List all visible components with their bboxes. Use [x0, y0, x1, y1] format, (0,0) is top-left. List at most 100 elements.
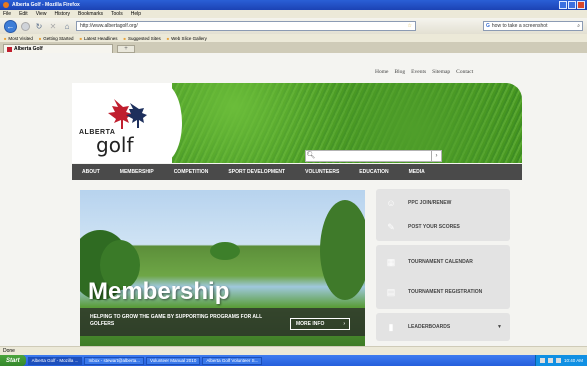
post-your-scores-link[interactable]: ✎ POST YOUR SCORES — [376, 215, 510, 239]
chevron-down-icon[interactable]: ▼ — [497, 324, 502, 330]
quick-links-panel: ☺ PPC JOIN/RENEW ✎ POST YOUR SCORES ▦ TO… — [376, 189, 510, 345]
leaderboards-group: ▮ LEADERBOARDS ▼ — [376, 313, 510, 341]
status-bar: Done — [0, 346, 587, 355]
leaderboards-link[interactable]: ▮ LEADERBOARDS ▼ — [376, 315, 510, 339]
menu-bookmarks[interactable]: Bookmarks — [78, 11, 103, 17]
quick-links-group: ☺ PPC JOIN/RENEW ✎ POST YOUR SCORES — [376, 189, 510, 241]
nav-media[interactable]: MEDIA — [399, 169, 435, 175]
hero-title: Membership — [88, 278, 230, 305]
windows-taskbar: Start Alberta Golf - Mozilla ... Inbox -… — [0, 355, 587, 366]
forward-button[interactable] — [21, 21, 30, 31]
bookmark-star-icon[interactable]: ☆ — [408, 23, 415, 29]
bookmark-getting-started[interactable]: Getting Started — [39, 36, 73, 41]
back-button[interactable]: ← — [4, 19, 17, 33]
search-icon: 🔍︎ — [306, 152, 316, 159]
main-navigation: ABOUT MEMBERSHIP COMPETITION SPORT DEVEL… — [72, 164, 522, 180]
user-icon: ☺ — [386, 198, 396, 208]
menu-edit[interactable]: Edit — [19, 11, 28, 17]
reload-icon[interactable]: ↻ — [34, 22, 44, 31]
brand-golf: golf — [96, 133, 134, 157]
taskbar-item-volunteer-s[interactable]: Alberta Golf Volunteer S... — [202, 356, 263, 365]
nav-about[interactable]: ABOUT — [72, 169, 110, 175]
search-icon[interactable]: ⌕ — [577, 23, 582, 29]
link-home[interactable]: Home — [375, 69, 388, 75]
page-viewport: Home Blog Events Sitemap Contact ALBERTA… — [0, 53, 587, 355]
home-icon[interactable]: ⌂ — [62, 22, 72, 31]
minimize-button[interactable] — [559, 1, 567, 9]
arrow-right-icon: › — [343, 321, 345, 327]
tournament-calendar-link[interactable]: ▦ TOURNAMENT CALENDAR — [376, 247, 510, 277]
search-value: how to take a screenshot — [491, 23, 548, 29]
maple-leaf-logo-icon — [108, 99, 147, 129]
link-sitemap[interactable]: Sitemap — [432, 69, 450, 75]
post-your-scores-label: POST YOUR SCORES — [408, 223, 460, 230]
menu-bar: File Edit View History Bookmarks Tools H… — [0, 10, 587, 18]
bookmark-latest-headlines[interactable]: Latest Headlines — [80, 36, 118, 41]
hero-tree — [210, 242, 240, 260]
status-text: Done — [3, 348, 15, 354]
window-title-bar: Alberta Golf - Mozilla Firefox — [0, 0, 587, 10]
maximize-button[interactable] — [568, 1, 576, 9]
tray-icon[interactable] — [555, 358, 561, 363]
search-bar[interactable]: G how to take a screenshot ⌕ — [483, 21, 583, 31]
more-info-label: MORE INFO — [296, 321, 325, 327]
menu-view[interactable]: View — [36, 11, 47, 17]
link-blog[interactable]: Blog — [394, 69, 405, 75]
trophy-icon: ▮ — [388, 322, 394, 332]
tab-bar: Alberta Golf + — [0, 43, 587, 53]
nav-competition[interactable]: COMPETITION — [164, 169, 219, 175]
search-go-icon[interactable]: › — [431, 151, 441, 161]
calendar-icon: ▦ — [386, 257, 396, 267]
tab-alberta-golf[interactable]: Alberta Golf — [3, 44, 113, 53]
tray-icon[interactable] — [539, 358, 545, 363]
taskbar-item-volunteer-manual[interactable]: Volunteer Manual 2010 — [146, 356, 201, 365]
window-title: Alberta Golf - Mozilla Firefox — [12, 2, 80, 8]
bookmarks-toolbar: Most Visited Getting Started Latest Head… — [0, 34, 587, 43]
menu-history[interactable]: History — [54, 11, 70, 17]
hero-tree — [320, 200, 365, 300]
leaderboards-label: LEADERBOARDS — [408, 323, 451, 330]
bookmark-web-slice-gallery[interactable]: Web Slice Gallery — [167, 36, 207, 41]
stop-icon[interactable]: ✕ — [48, 22, 58, 31]
address-bar[interactable]: http://www.albertagolf.org/ ☆ — [76, 21, 416, 31]
firefox-icon — [3, 2, 9, 8]
tournament-registration-label: TOURNAMENT REGISTRATION — [408, 288, 483, 295]
pencil-icon: ✎ — [387, 222, 395, 232]
document-icon: ▤ — [386, 287, 396, 297]
more-info-button[interactable]: MORE INFO › — [290, 318, 350, 330]
new-tab-button[interactable]: + — [117, 45, 135, 53]
tab-title: Alberta Golf — [14, 46, 43, 52]
ppc-join-renew-link[interactable]: ☺ PPC JOIN/RENEW — [376, 191, 510, 215]
nav-education[interactable]: EDUCATION — [349, 169, 398, 175]
link-events[interactable]: Events — [411, 69, 426, 75]
start-label: Start — [6, 357, 20, 364]
tournament-registration-link[interactable]: ▤ TOURNAMENT REGISTRATION — [376, 277, 510, 307]
navigation-toolbar: ← ↻ ✕ ⌂ http://www.albertagolf.org/ ☆ G … — [0, 18, 587, 34]
window-controls — [559, 1, 585, 9]
nav-volunteers[interactable]: VOLUNTEERS — [295, 169, 349, 175]
taskbar-item-inbox[interactable]: Inbox - stewart@alberta... — [84, 356, 145, 365]
system-tray: 10:40 AM — [534, 355, 587, 366]
start-button[interactable]: Start — [0, 355, 26, 366]
close-button[interactable] — [577, 1, 585, 9]
tournament-calendar-label: TOURNAMENT CALENDAR — [408, 258, 473, 265]
site-search-input[interactable]: 🔍︎ › — [305, 150, 442, 162]
nav-sport-development[interactable]: SPORT DEVELOPMENT — [218, 169, 295, 175]
tray-icon[interactable] — [547, 358, 553, 363]
clock: 10:40 AM — [563, 358, 583, 363]
url-text: http://www.albertagolf.org/ — [80, 23, 138, 29]
ppc-join-renew-label: PPC JOIN/RENEW — [408, 199, 452, 206]
nav-membership[interactable]: MEMBERSHIP — [110, 169, 164, 175]
menu-tools[interactable]: Tools — [111, 11, 123, 17]
link-contact[interactable]: Contact — [456, 69, 473, 75]
taskbar-item-firefox[interactable]: Alberta Golf - Mozilla ... — [27, 356, 83, 365]
google-icon: G — [486, 23, 490, 29]
tournament-links-group: ▦ TOURNAMENT CALENDAR ▤ TOURNAMENT REGIS… — [376, 245, 510, 309]
menu-file[interactable]: File — [3, 11, 11, 17]
hero-subtitle: HELPING TO GROW THE GAME BY SUPPORTING P… — [90, 314, 263, 327]
hero-banner: Membership HELPING TO GROW THE GAME BY S… — [80, 190, 365, 346]
menu-help[interactable]: Help — [131, 11, 141, 17]
bookmark-suggested-sites[interactable]: Suggested Sites — [124, 36, 161, 41]
site-favicon-icon — [7, 46, 12, 52]
bookmark-most-visited[interactable]: Most Visited — [4, 36, 32, 41]
